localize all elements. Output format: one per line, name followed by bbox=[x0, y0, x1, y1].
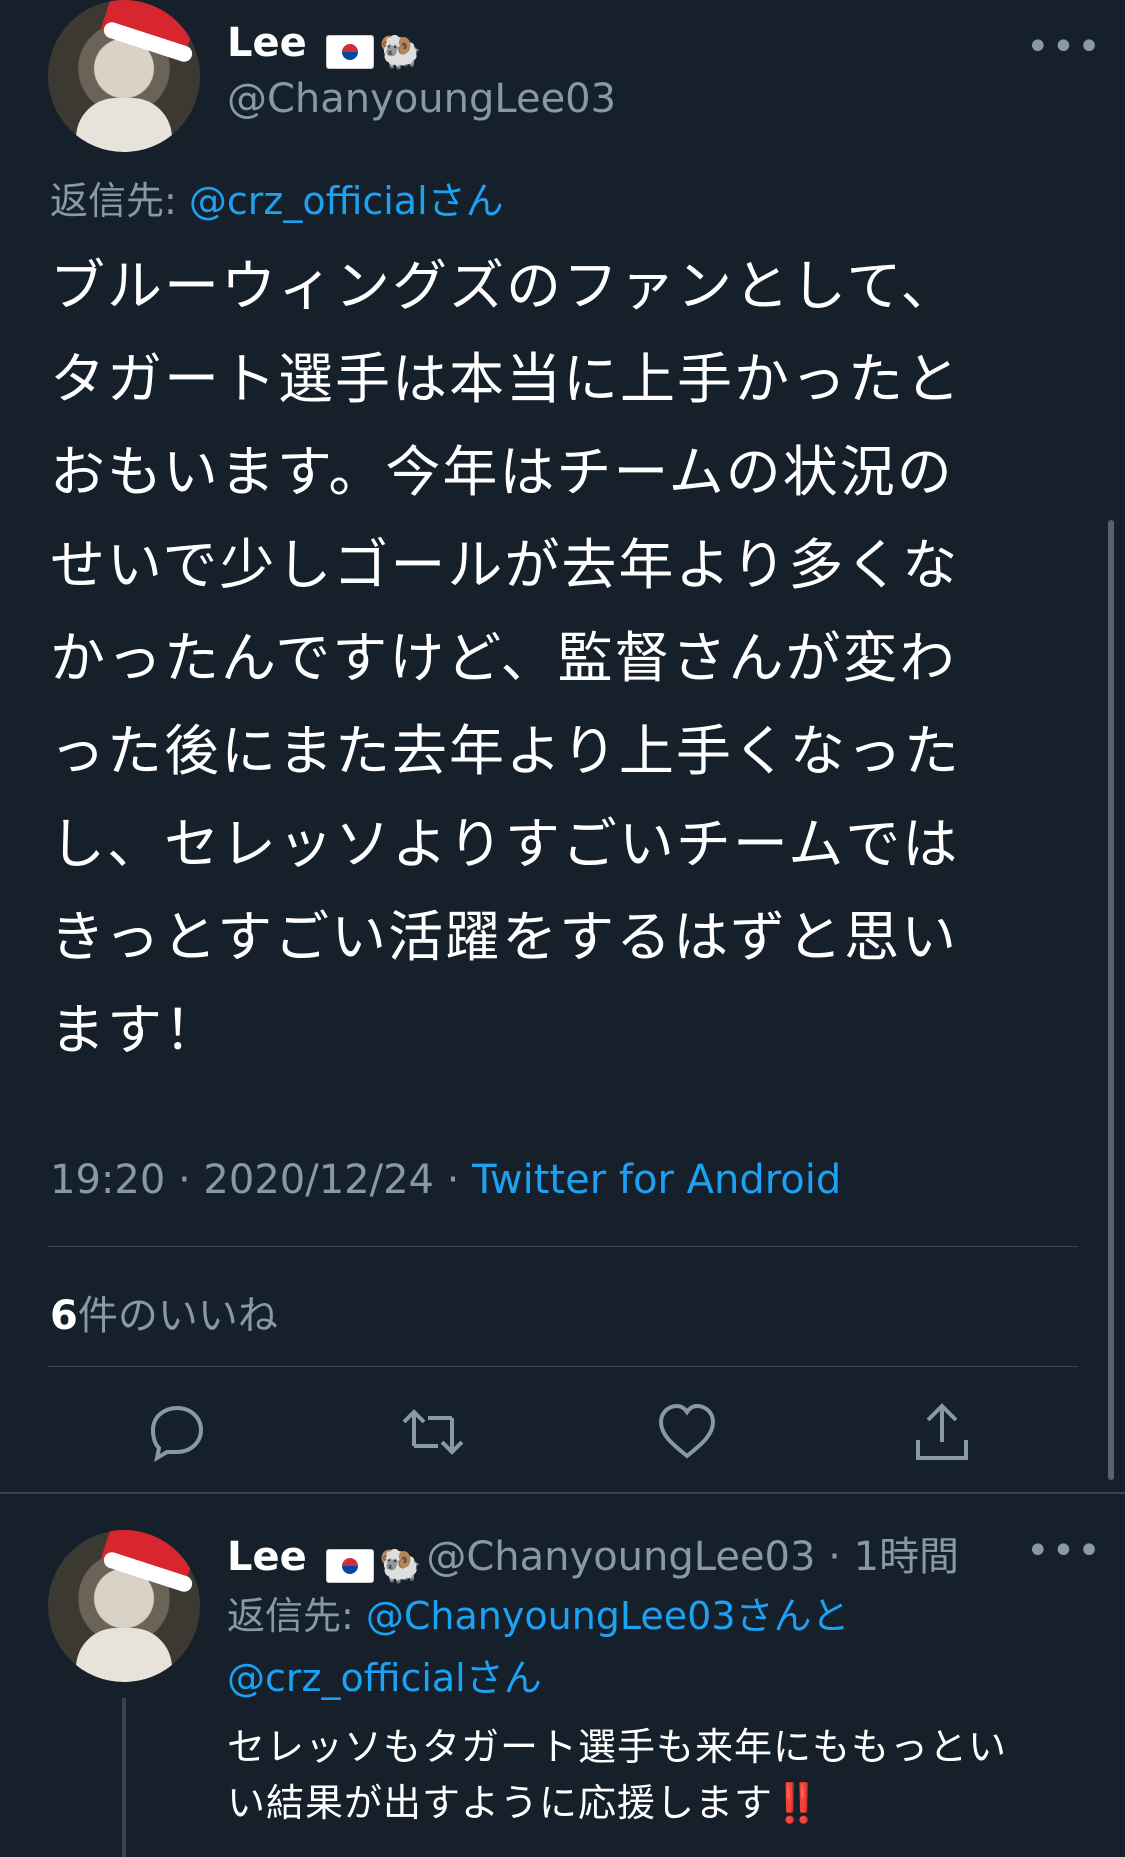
more-options-button[interactable]: ••• bbox=[1026, 24, 1103, 70]
retweet-icon bbox=[402, 1409, 464, 1455]
divider bbox=[48, 1366, 1078, 1367]
reply-line: セレッソもタガート選手も来年にももっとい bbox=[227, 1725, 1008, 1769]
retweet-button[interactable] bbox=[400, 1400, 466, 1468]
ram-emoji: 🐏 bbox=[378, 31, 422, 72]
reply-to-prefix: 返信先: bbox=[227, 1594, 366, 1638]
author-name: Lee bbox=[227, 20, 307, 66]
korea-flag-icon bbox=[325, 1548, 374, 1583]
korea-flag-icon bbox=[325, 34, 374, 69]
reply-to-mid: さんと bbox=[735, 1594, 850, 1638]
divider bbox=[48, 1246, 1078, 1247]
reply-more-options-button[interactable]: ••• bbox=[1026, 1528, 1103, 1574]
author-handle[interactable]: @ChanyoungLee03 bbox=[227, 76, 616, 122]
reply-author-name: Lee bbox=[227, 1534, 307, 1580]
tweet-line: った後にまた去年より上手くなった bbox=[50, 719, 961, 783]
reply-line: い結果が出すように応援します‼️ bbox=[227, 1781, 822, 1825]
tweet-body: ブルーウィングズのファンとして、 タガート選手は本当に上手かったと おもいます。… bbox=[50, 240, 1080, 1077]
tweet-meta: 19:20 · 2020/12/24 · Twitter for Android bbox=[50, 1157, 841, 1203]
author-name-row[interactable]: Lee 🐏 bbox=[227, 20, 421, 72]
share-icon bbox=[916, 1403, 968, 1460]
author-avatar[interactable] bbox=[48, 0, 200, 152]
reply-to-mention[interactable]: @ChanyoungLee03 bbox=[366, 1594, 736, 1638]
like-button[interactable] bbox=[655, 1400, 719, 1468]
ram-emoji: 🐏 bbox=[378, 1545, 422, 1586]
reply-to-suffix: さん bbox=[427, 179, 504, 223]
reply-author-avatar[interactable] bbox=[48, 1530, 200, 1682]
tweet-line: タガート選手は本当に上手かったと bbox=[50, 347, 963, 411]
reply-author-row[interactable]: Lee 🐏 @ChanyoungLee03 · 1時間 bbox=[227, 1524, 959, 1586]
likes-count[interactable]: 6件のいいね bbox=[50, 1283, 278, 1341]
reply-icon bbox=[150, 1405, 204, 1463]
reply-to-suffix: さん bbox=[465, 1656, 542, 1700]
reply-to-line: 返信先: @crz_officialさん bbox=[50, 170, 504, 225]
likes-number: 6 bbox=[50, 1293, 78, 1339]
reply-to-prefix: 返信先: bbox=[50, 179, 177, 223]
tweet-line: おもいます。今年はチームの状況の bbox=[50, 440, 954, 504]
tweet-line: ます！ bbox=[50, 998, 222, 1062]
section-separator bbox=[0, 1492, 1125, 1494]
likes-label: 件のいいね bbox=[77, 1293, 278, 1339]
reply-button[interactable] bbox=[145, 1400, 209, 1468]
reply-reply-to: 返信先: @ChanyoungLee03さんと @crz_officialさん bbox=[227, 1585, 1087, 1709]
tweet-timestamp: 19:20 · 2020/12/24 · bbox=[50, 1157, 473, 1203]
tweet-line: きっとすごい活躍をするはずと思い bbox=[50, 905, 959, 969]
scrollbar[interactable] bbox=[1108, 520, 1114, 1480]
reply-timestamp: · 1時間 bbox=[815, 1534, 960, 1580]
tweet-line: ブルーウィングズのファンとして、 bbox=[50, 254, 958, 318]
tweet-line: かったんですけど、監督さんが変わ bbox=[50, 626, 957, 690]
reply-to-mention[interactable]: @crz_official bbox=[227, 1656, 466, 1700]
heart-icon bbox=[658, 1403, 716, 1459]
tweet-source-link[interactable]: Twitter for Android bbox=[472, 1157, 841, 1203]
reply-author-handle: @ChanyoungLee03 bbox=[426, 1534, 816, 1580]
reply-body: セレッソもタガート選手も来年にももっとい い結果が出すように応援します‼️ bbox=[227, 1719, 1107, 1831]
reply-to-mention[interactable]: @crz_official bbox=[189, 179, 428, 223]
thread-line bbox=[122, 1698, 126, 1857]
tweet-line: せいで少しゴールが去年より多くな bbox=[50, 533, 960, 597]
share-button[interactable] bbox=[910, 1400, 974, 1468]
tweet-line: し、セレッソよりすごいチームでは bbox=[50, 812, 960, 876]
